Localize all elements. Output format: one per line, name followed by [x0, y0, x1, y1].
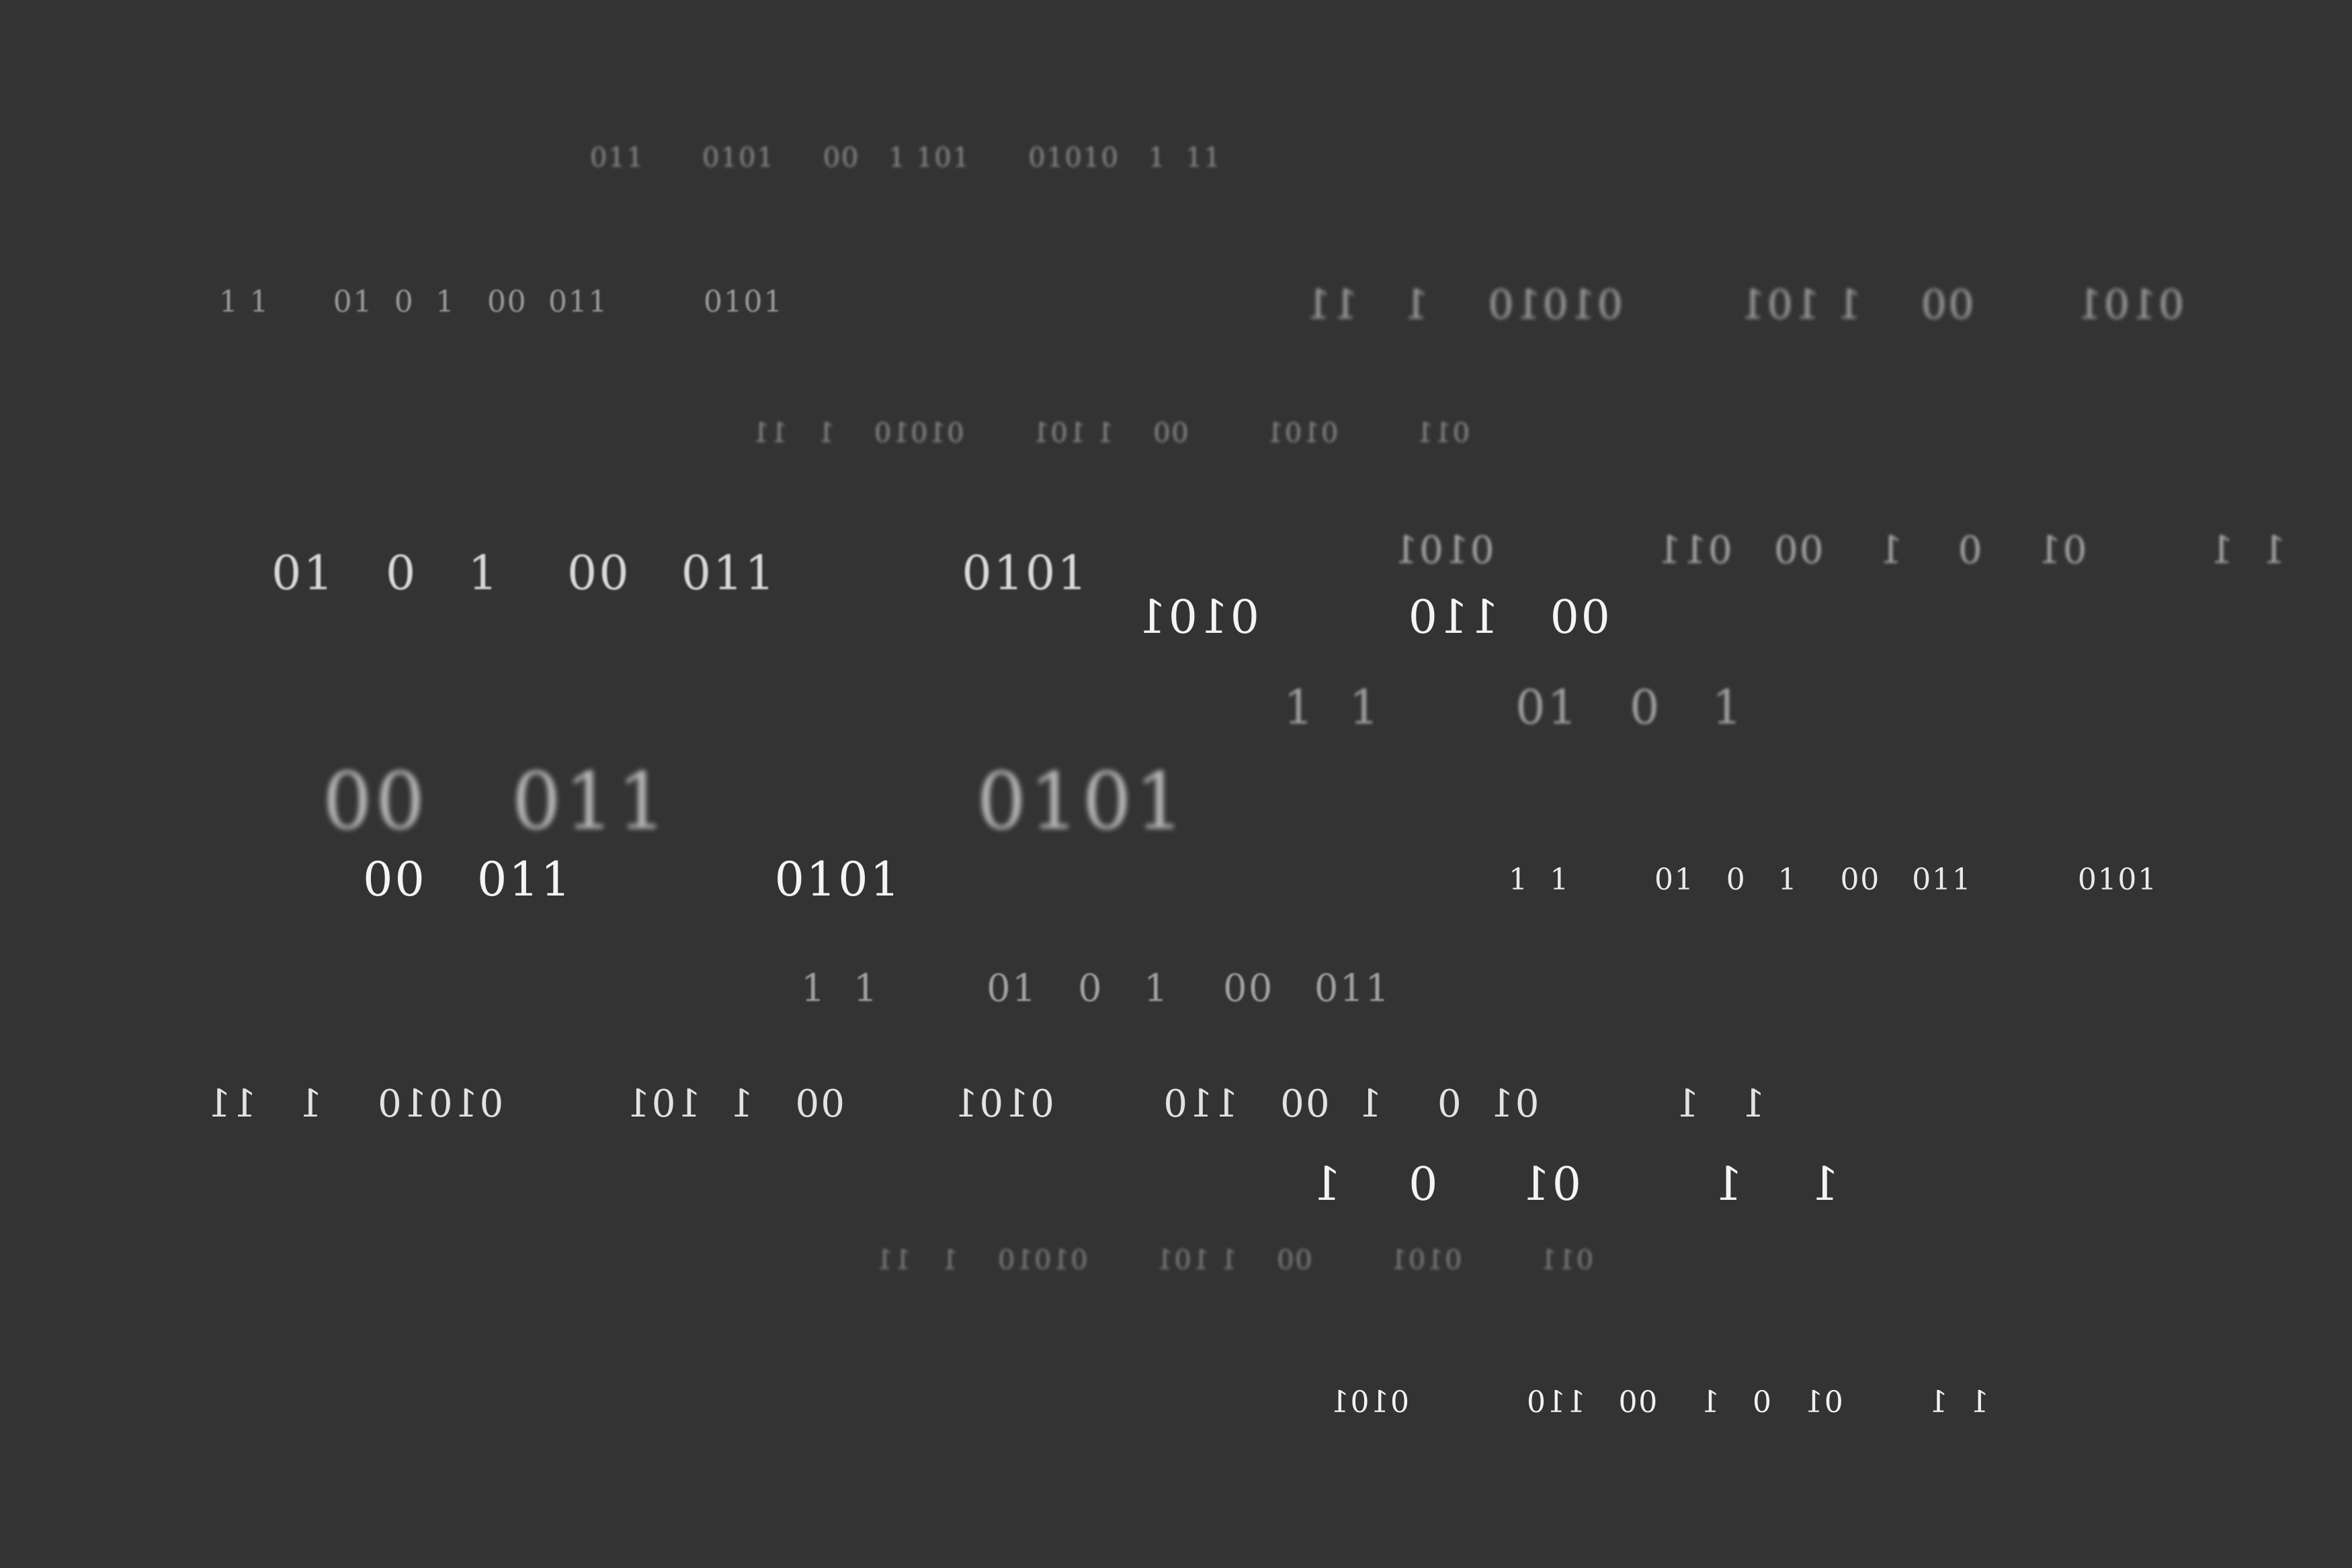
binary-row-14-mirrored: 1 1 01 0 1	[1310, 1158, 1839, 1211]
binary-row-8: 1 1 01 0 1	[1284, 680, 1744, 735]
binary-row-1: 011 0101 00 1 101 01010 1 11	[590, 142, 1222, 173]
binary-row-6-mirrored: 1 1 01 0 1 00 011 0101	[1392, 529, 2286, 572]
binary-row-4-mirrored: 011 0101 00 1 101 01010 1 11	[751, 418, 1470, 449]
binary-row-10: 00 011 0101	[363, 852, 902, 907]
binary-row-2: 1 1 01 0 1 00 011 0101	[219, 285, 784, 319]
binary-row-13-mirrored: 1 1 01 0 1 00 110 0101 00 1 101 01010 1 …	[206, 1082, 1765, 1126]
binary-row-7-mirrored: 00 110 0101	[1136, 591, 1610, 644]
binary-row-3-mirrored: 0101 00 1 101 01010 1 11	[1304, 281, 2185, 329]
binary-row-16-mirrored: 1 1 01 0 1 00 110 0101	[1329, 1385, 1989, 1420]
binary-row-5: 01 0 1 00 011 0101	[271, 546, 1089, 601]
binary-row-11: 1 1 01 0 1 00 011 0101	[1509, 863, 2158, 897]
binary-row-9: 00 011 0101	[323, 756, 1188, 847]
binary-row-15-mirrored: 011 0101 00 1 101 01010 1 11	[875, 1245, 1594, 1276]
binary-row-12: 1 1 01 0 1 00 011	[801, 967, 1391, 1010]
binary-code-background: 011 0101 00 1 101 01010 1 11 1 1 01 0 1 …	[0, 0, 2352, 1568]
